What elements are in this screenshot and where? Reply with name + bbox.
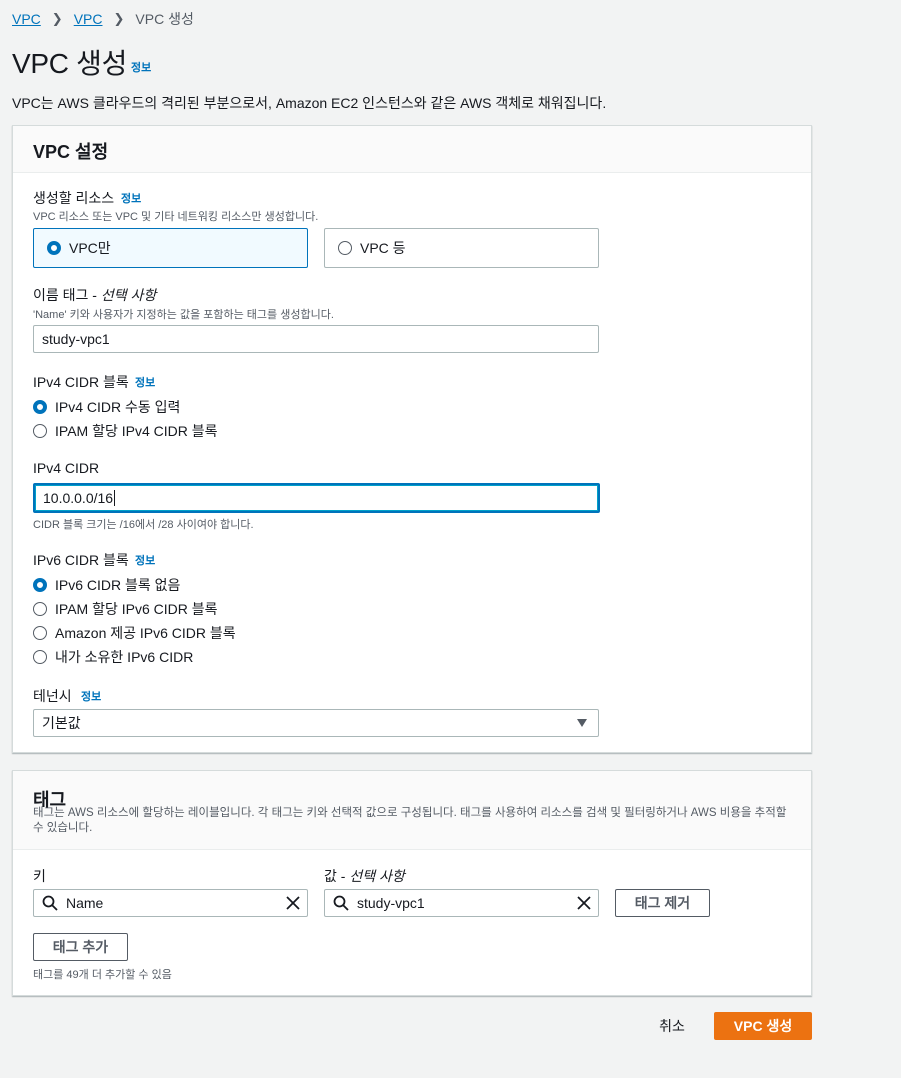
name-tag-label-text: 이름 태그 - (33, 287, 101, 303)
breadcrumb-vpc-list[interactable]: VPC (74, 11, 103, 27)
name-tag-label: 이름 태그 - 선택 사항 (33, 285, 156, 305)
page-title: VPC 생성 (12, 48, 128, 79)
option-vpc-and-more[interactable]: VPC 등 (324, 228, 599, 268)
ipv4-option-manual-label: IPv4 CIDR 수동 입력 (55, 399, 181, 415)
name-tag-input[interactable]: study-vpc1 (33, 325, 599, 353)
ipv4-cidr-label: IPv4 CIDR (33, 460, 100, 476)
option-vpc-only[interactable]: VPC만 (33, 228, 308, 268)
radio-selected-icon (47, 241, 61, 255)
tags-header: 태그 태그는 AWS 리소스에 할당하는 레이블입니다. 각 태그는 키와 선택… (13, 771, 811, 850)
ipv4-option-ipam[interactable]: IPAM 할당 IPv4 CIDR 블록 (33, 421, 218, 441)
ipv6-option-byoip[interactable]: 내가 소유한 IPv6 CIDR (33, 647, 193, 667)
chevron-right-icon: ❯ (113, 11, 125, 26)
ipv6-option-ipam[interactable]: IPAM 할당 IPv6 CIDR 블록 (33, 599, 218, 619)
ipv4-cidr-value: 10.0.0.0/16 (43, 490, 114, 506)
ipv4-option-manual[interactable]: IPv4 CIDR 수동 입력 (33, 397, 180, 417)
ipv6-option-ipam-label: IPAM 할당 IPv6 CIDR 블록 (55, 601, 218, 617)
tag-value-label: 값 - 선택 사항 (324, 866, 405, 886)
tag-key-input[interactable]: Name (33, 889, 308, 917)
clear-icon[interactable] (285, 895, 301, 911)
ipv4-block-label: IPv4 CIDR 블록 (33, 374, 129, 390)
cancel-button[interactable]: 취소 (648, 1012, 696, 1040)
radio-unselected-icon (338, 241, 352, 255)
ipv4-cidr-hint: CIDR 블록 크기는 /16에서 /28 사이여야 합니다. (33, 519, 254, 531)
vpc-settings-header: VPC 설정 (13, 126, 811, 173)
ipv6-option-amazon-label: Amazon 제공 IPv6 CIDR 블록 (55, 625, 236, 641)
tag-value-value: study-vpc1 (357, 895, 425, 911)
ipv6-option-none[interactable]: IPv6 CIDR 블록 없음 (33, 575, 180, 595)
caret-down-icon (577, 719, 587, 727)
chevron-right-icon: ❯ (51, 11, 63, 26)
tag-key-label: 키 (33, 868, 46, 884)
ipv4-option-ipam-label: IPAM 할당 IPv4 CIDR 블록 (55, 423, 218, 439)
resources-description: VPC 리소스 또는 VPC 및 기타 네트워킹 리소스만 생성합니다. (33, 211, 319, 223)
breadcrumb: VPC ❯ VPC ❯ VPC 생성 (12, 10, 194, 28)
ipv6-block-label: IPv6 CIDR 블록 (33, 552, 129, 568)
tenancy-label: 테넌시 (33, 688, 72, 704)
option-vpc-only-label: VPC만 (69, 240, 111, 256)
tags-description: 태그는 AWS 리소스에 할당하는 레이블입니다. 각 태그는 키와 선택적 값… (33, 807, 787, 834)
name-tag-description: 'Name' 키와 사용자가 지정하는 값을 포함하는 태그를 생성합니다. (33, 309, 334, 321)
create-vpc-button[interactable]: VPC 생성 (714, 1012, 812, 1040)
ipv6-block-info-link[interactable]: 정보 (135, 552, 155, 568)
tag-key-value: Name (66, 895, 104, 911)
search-icon (333, 895, 349, 911)
breadcrumb-vpc-root[interactable]: VPC (12, 11, 41, 27)
resources-info-link[interactable]: 정보 (121, 190, 141, 206)
radio-unselected-icon (33, 424, 47, 438)
tenancy-select-value: 기본값 (42, 715, 81, 731)
radio-unselected-icon (33, 626, 47, 640)
tag-value-input[interactable]: study-vpc1 (324, 889, 599, 917)
add-tag-button[interactable]: 태그 추가 (33, 933, 128, 961)
text-cursor (114, 490, 116, 506)
radio-unselected-icon (33, 602, 47, 616)
ipv6-option-amazon[interactable]: Amazon 제공 IPv6 CIDR 블록 (33, 623, 236, 643)
resources-label: 생성할 리소스 (33, 190, 115, 206)
clear-icon[interactable] (576, 895, 592, 911)
tags-panel: 태그 태그는 AWS 리소스에 할당하는 레이블입니다. 각 태그는 키와 선택… (12, 770, 812, 996)
page-info-link[interactable]: 정보 (131, 59, 151, 75)
ipv6-option-byoip-label: 내가 소유한 IPv6 CIDR (55, 649, 194, 665)
radio-selected-icon (33, 578, 47, 592)
ipv4-cidr-input[interactable]: 10.0.0.0/16 (33, 483, 600, 513)
option-vpc-and-more-label: VPC 등 (360, 240, 406, 256)
vpc-settings-title: VPC 설정 (33, 142, 109, 162)
tag-value-label-text: 값 - (324, 868, 350, 884)
radio-unselected-icon (33, 650, 47, 664)
name-tag-optional: 선택 사항 (100, 287, 157, 303)
radio-selected-icon (33, 400, 47, 414)
tenancy-info-link[interactable]: 정보 (81, 688, 101, 704)
ipv4-block-info-link[interactable]: 정보 (135, 374, 155, 390)
vpc-settings-panel: VPC 설정 생성할 리소스 정보 VPC 리소스 또는 VPC 및 기타 네트… (12, 125, 812, 753)
remove-tag-button[interactable]: 태그 제거 (615, 889, 710, 917)
tag-value-optional: 선택 사항 (349, 868, 405, 884)
ipv6-option-none-label: IPv6 CIDR 블록 없음 (55, 577, 181, 593)
tag-limit-text: 태그를 49개 더 추가할 수 있음 (33, 969, 172, 981)
tenancy-select[interactable]: 기본값 (33, 709, 599, 737)
breadcrumb-current: VPC 생성 (135, 11, 194, 27)
search-icon (42, 895, 58, 911)
page-description: VPC는 AWS 클라우드의 격리된 부분으로서, Amazon EC2 인스턴… (12, 95, 607, 111)
